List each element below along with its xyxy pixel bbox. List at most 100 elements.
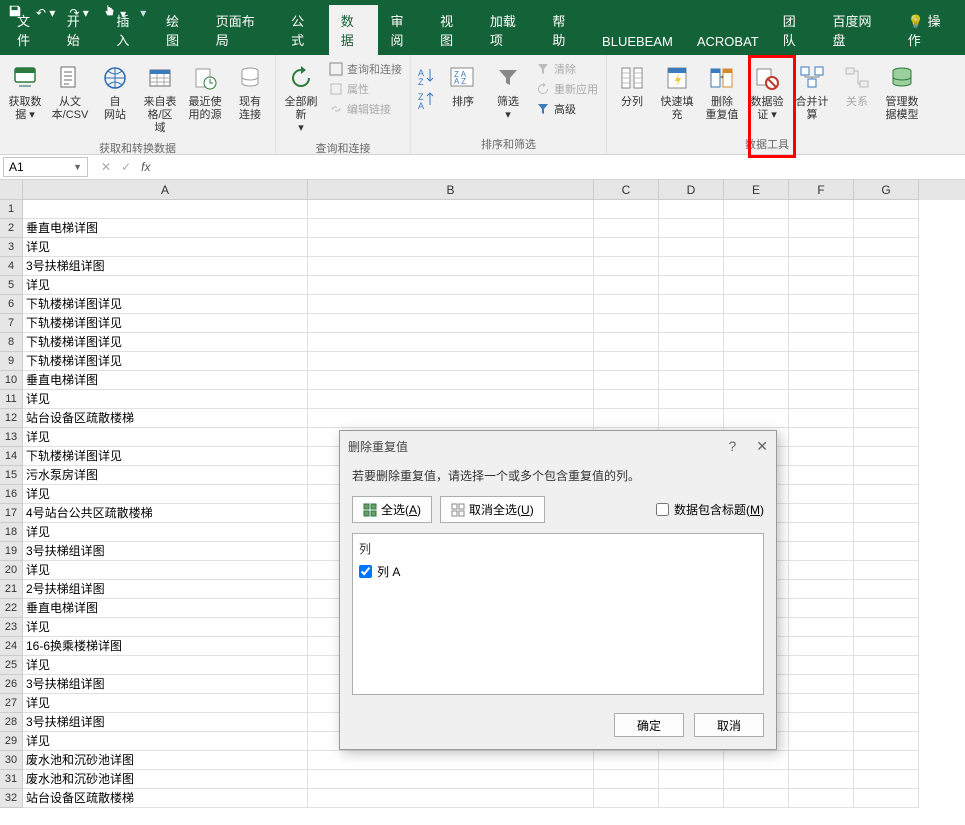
cell[interactable]: [659, 219, 724, 238]
cell[interactable]: [854, 504, 919, 523]
row-header[interactable]: 25: [0, 656, 23, 675]
cell[interactable]: [854, 561, 919, 580]
close-icon[interactable]: ✕: [756, 438, 768, 455]
col-header-E[interactable]: E: [724, 180, 789, 200]
sort-desc-icon[interactable]: ZA: [416, 90, 438, 110]
cell[interactable]: [724, 390, 789, 409]
cell[interactable]: [789, 200, 854, 219]
cell[interactable]: [724, 371, 789, 390]
cell[interactable]: [659, 238, 724, 257]
cell[interactable]: [789, 789, 854, 808]
cell[interactable]: [789, 295, 854, 314]
cell[interactable]: [308, 751, 594, 770]
from-table-range-button[interactable]: 来自表格/区域: [140, 60, 180, 138]
cell[interactable]: [854, 295, 919, 314]
cell[interactable]: [594, 200, 659, 219]
cell[interactable]: [724, 314, 789, 333]
cell[interactable]: 详见: [23, 428, 308, 447]
cell[interactable]: [659, 333, 724, 352]
cell[interactable]: [308, 276, 594, 295]
advanced-filter-button[interactable]: 高级: [533, 100, 601, 118]
cell[interactable]: [594, 257, 659, 276]
row-header[interactable]: 9: [0, 352, 23, 371]
cell[interactable]: [789, 675, 854, 694]
cell[interactable]: [854, 789, 919, 808]
row-header[interactable]: 27: [0, 694, 23, 713]
cell[interactable]: [789, 523, 854, 542]
col-header-A[interactable]: A: [23, 180, 308, 200]
cell[interactable]: [789, 637, 854, 656]
cell[interactable]: [854, 523, 919, 542]
cell[interactable]: [789, 694, 854, 713]
cell[interactable]: [854, 751, 919, 770]
row-header[interactable]: 1: [0, 200, 23, 219]
cell[interactable]: [789, 314, 854, 333]
cell[interactable]: [659, 409, 724, 428]
cell[interactable]: [724, 257, 789, 276]
cell[interactable]: [854, 352, 919, 371]
cell[interactable]: 站台设备区疏散楼梯: [23, 409, 308, 428]
cell[interactable]: [659, 390, 724, 409]
cell[interactable]: [854, 238, 919, 257]
cell[interactable]: 废水池和沉砂池详图: [23, 751, 308, 770]
data-validation-button[interactable]: 数据验证 ▾: [747, 60, 787, 124]
tab-data[interactable]: 数据: [329, 5, 379, 55]
cancel-formula-icon[interactable]: ✕: [101, 160, 111, 174]
cell[interactable]: [789, 390, 854, 409]
cell[interactable]: [308, 390, 594, 409]
text-to-columns-button[interactable]: 分列: [612, 60, 652, 111]
from-text-csv-button[interactable]: 从文本/CSV: [50, 60, 90, 124]
cell[interactable]: [594, 751, 659, 770]
row-header[interactable]: 20: [0, 561, 23, 580]
cell[interactable]: 3号扶梯组详图: [23, 257, 308, 276]
cell[interactable]: [854, 200, 919, 219]
cell[interactable]: [659, 789, 724, 808]
cell[interactable]: [659, 257, 724, 276]
cell[interactable]: 2号扶梯组详图: [23, 580, 308, 599]
cell[interactable]: [724, 238, 789, 257]
cell[interactable]: [789, 447, 854, 466]
cell[interactable]: [854, 314, 919, 333]
cell[interactable]: [23, 200, 308, 219]
cell[interactable]: [724, 295, 789, 314]
cell[interactable]: [789, 618, 854, 637]
data-has-headers-checkbox[interactable]: 数据包含标题(M): [656, 501, 764, 518]
col-header-G[interactable]: G: [854, 180, 919, 200]
existing-connections-button[interactable]: 现有连接: [230, 60, 270, 124]
row-header[interactable]: 4: [0, 257, 23, 276]
cell[interactable]: [789, 371, 854, 390]
dialog-title-bar[interactable]: 删除重复值 ? ✕: [340, 431, 776, 461]
cell[interactable]: [659, 770, 724, 789]
cell[interactable]: [789, 485, 854, 504]
cell[interactable]: [308, 238, 594, 257]
row-header[interactable]: 7: [0, 314, 23, 333]
cell[interactable]: [789, 599, 854, 618]
sort-asc-icon[interactable]: AZ: [416, 66, 438, 86]
cell[interactable]: [308, 333, 594, 352]
cell[interactable]: 下轨楼梯详图详见: [23, 295, 308, 314]
cell[interactable]: 详见: [23, 732, 308, 751]
cell[interactable]: [308, 409, 594, 428]
row-header[interactable]: 15: [0, 466, 23, 485]
cell[interactable]: 下轨楼梯详图详见: [23, 352, 308, 371]
cell[interactable]: 下轨楼梯详图详见: [23, 333, 308, 352]
cell[interactable]: [789, 466, 854, 485]
cell[interactable]: 垂直电梯详图: [23, 599, 308, 618]
cell[interactable]: 垂直电梯详图: [23, 371, 308, 390]
row-header[interactable]: 23: [0, 618, 23, 637]
cell[interactable]: [308, 352, 594, 371]
cancel-button[interactable]: 取消: [694, 713, 764, 737]
cell[interactable]: 3号扶梯组详图: [23, 675, 308, 694]
cell[interactable]: [659, 314, 724, 333]
cell[interactable]: 废水池和沉砂池详图: [23, 770, 308, 789]
tab-review[interactable]: 审阅: [378, 5, 428, 55]
tab-insert[interactable]: 插入: [104, 5, 154, 55]
row-header[interactable]: 21: [0, 580, 23, 599]
get-data-button[interactable]: 获取数据 ▾: [5, 60, 45, 124]
cell[interactable]: [724, 200, 789, 219]
cell[interactable]: [854, 276, 919, 295]
cell[interactable]: [854, 770, 919, 789]
row-header[interactable]: 14: [0, 447, 23, 466]
cell[interactable]: [789, 333, 854, 352]
cell[interactable]: [854, 371, 919, 390]
